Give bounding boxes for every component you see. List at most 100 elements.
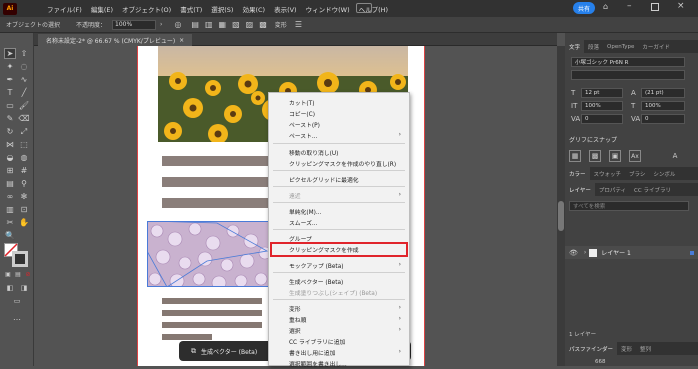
scrollbar-thumb[interactable] bbox=[558, 201, 564, 231]
blend-tool-icon[interactable]: ∞ bbox=[4, 191, 16, 202]
layer-name[interactable]: レイヤー 1 bbox=[601, 248, 631, 257]
more-tools-icon[interactable]: … bbox=[11, 312, 23, 323]
symbol-sprayer-tool-icon[interactable]: ✻ bbox=[18, 191, 30, 202]
tracking-input[interactable]: 0 bbox=[641, 114, 685, 124]
scale-tool-icon[interactable]: ⤢ bbox=[18, 126, 30, 137]
tab-cc-libraries[interactable]: CC ライブラリ bbox=[630, 183, 675, 196]
draw-mode-icon[interactable]: ◧ bbox=[4, 282, 16, 293]
magic-wand-tool-icon[interactable]: ✦ bbox=[4, 61, 16, 72]
text-placeholder-line[interactable] bbox=[162, 334, 212, 340]
menu-object[interactable]: オブジェクト(O) bbox=[122, 4, 171, 14]
snap-angular-icon[interactable]: A bbox=[669, 150, 681, 162]
gradient-tool-icon[interactable]: ▤ bbox=[4, 178, 16, 189]
minimize-icon[interactable]: – bbox=[627, 1, 637, 13]
close-tab-icon[interactable]: × bbox=[179, 37, 184, 44]
snap-baseline-icon[interactable]: ▦ bbox=[569, 150, 581, 162]
context-menu-item-paste-submenu[interactable]: ペースト... bbox=[289, 130, 401, 141]
horizontal-scale-input[interactable]: 100% bbox=[641, 101, 685, 111]
tab-transform[interactable]: 変形 bbox=[617, 342, 636, 355]
text-placeholder-line[interactable] bbox=[162, 310, 262, 316]
tab-properties[interactable]: プロパティ bbox=[595, 183, 630, 196]
transform-link[interactable]: 変形 bbox=[275, 20, 287, 29]
perspective-grid-tool-icon[interactable]: ⊞ bbox=[4, 165, 16, 176]
align-top-icon[interactable]: ▨ bbox=[246, 20, 254, 29]
slice-tool-icon[interactable]: ✂ bbox=[4, 217, 16, 228]
align-icon[interactable]: ▤ bbox=[191, 20, 199, 29]
lasso-tool-icon[interactable]: ◌ bbox=[18, 61, 30, 72]
menu-select[interactable]: 選択(S) bbox=[211, 4, 233, 14]
tab-color[interactable]: カラー bbox=[565, 167, 590, 180]
pen-tool-icon[interactable]: ✒ bbox=[4, 74, 16, 85]
width-tool-icon[interactable]: ⋈ bbox=[4, 139, 16, 150]
context-menu-item-optimize-pixel-grid[interactable]: ピクセルグリッドに最適化 bbox=[289, 174, 401, 185]
paintbrush-tool-icon[interactable]: 🖌 bbox=[18, 100, 30, 111]
align-center-icon[interactable]: ▦ bbox=[219, 20, 227, 29]
tab-character[interactable]: 文字 bbox=[565, 40, 585, 53]
vertical-scale-input[interactable]: 100% bbox=[581, 101, 623, 111]
context-menu-item-undo-move[interactable]: 移動の取り消し(U) bbox=[289, 147, 401, 158]
context-menu-item-add-to-cc-library[interactable]: CC ライブラリに追加 bbox=[289, 336, 401, 347]
zoom-tool-icon[interactable]: 🔍 bbox=[4, 230, 16, 241]
close-window-icon[interactable]: × bbox=[677, 1, 687, 13]
align-bottom-icon[interactable]: ▩ bbox=[259, 20, 267, 29]
kerning-input[interactable]: 0 bbox=[581, 114, 623, 124]
home-icon[interactable]: ⌂ bbox=[603, 2, 613, 14]
menu-effect[interactable]: 効果(C) bbox=[242, 4, 265, 14]
menu-view[interactable]: 表示(V) bbox=[274, 4, 297, 14]
leading-input[interactable]: (21 pt) bbox=[641, 88, 685, 98]
hand-tool-icon[interactable]: ✋ bbox=[18, 217, 30, 228]
opacity-input[interactable]: 100% bbox=[112, 19, 157, 30]
artboard-tool-icon[interactable]: ⊡ bbox=[18, 204, 30, 215]
text-placeholder-bar[interactable] bbox=[162, 156, 272, 166]
context-menu-item-transform[interactable]: 変形 bbox=[289, 303, 401, 314]
workspace-icon[interactable] bbox=[356, 3, 372, 13]
type-tool-icon[interactable]: T bbox=[4, 87, 16, 98]
text-placeholder-bar[interactable] bbox=[162, 198, 272, 208]
maximize-icon[interactable] bbox=[651, 3, 659, 11]
snap-bounds-icon[interactable]: ▣ bbox=[609, 150, 621, 162]
free-transform-tool-icon[interactable]: ⬚ bbox=[18, 139, 30, 150]
generative-vector-button[interactable]: 生成ベクター (Beta) bbox=[201, 347, 257, 356]
selection-tool-icon[interactable]: ➤ bbox=[4, 48, 16, 59]
line-tool-icon[interactable]: ╱ bbox=[18, 87, 30, 98]
font-style-select[interactable] bbox=[571, 70, 685, 80]
menu-window[interactable]: ウィンドウ(W) bbox=[306, 4, 350, 14]
menu-file[interactable]: ファイル(F) bbox=[47, 4, 82, 14]
context-menu-item-simplify[interactable]: 単純化(M)... bbox=[289, 206, 401, 217]
context-menu-item-export-selection[interactable]: 選択範囲を書き出し... bbox=[289, 358, 401, 369]
context-menu-item-arrange[interactable]: 重ね順 bbox=[289, 314, 401, 325]
context-menu-item-copy[interactable]: コピー(C) bbox=[289, 108, 401, 119]
context-menu-item-mockup[interactable]: モックアップ (Beta) bbox=[289, 260, 401, 271]
vertical-scrollbar[interactable] bbox=[557, 46, 565, 366]
rectangle-tool-icon[interactable]: ▭ bbox=[4, 100, 16, 111]
context-menu-item-smooth[interactable]: スムーズ... bbox=[289, 217, 401, 228]
graph-tool-icon[interactable]: ▥ bbox=[4, 204, 16, 215]
tab-align[interactable]: 整列 bbox=[636, 342, 655, 355]
context-menu-item-generative-vector[interactable]: 生成ベクター (Beta) bbox=[289, 276, 401, 287]
stroke-swatch[interactable] bbox=[12, 251, 28, 267]
generative-vector-icon[interactable]: ⧉ bbox=[191, 347, 196, 356]
document-tab[interactable]: 名称未設定-2* @ 66.67 % (CMYK/プレビュー) × bbox=[38, 34, 193, 46]
context-menu-item-collect-for-export[interactable]: 書き出し用に追加 bbox=[289, 347, 401, 358]
align-right-icon[interactable]: ▧ bbox=[232, 20, 240, 29]
context-menu-item-cut[interactable]: カット(T) bbox=[289, 97, 401, 108]
tab-symbols[interactable]: シンボル bbox=[649, 167, 679, 180]
curvature-tool-icon[interactable]: ∿ bbox=[18, 74, 30, 85]
expand-chevron-icon[interactable]: › bbox=[584, 249, 586, 256]
layer-search-input[interactable]: すべてを検索 bbox=[569, 201, 689, 211]
context-menu-item-select[interactable]: 選択 bbox=[289, 325, 401, 336]
eraser-tool-icon[interactable]: ⌫ bbox=[18, 113, 30, 124]
recolor-icon[interactable]: ◎ bbox=[174, 20, 181, 29]
none-mode-icon[interactable]: ⊘ bbox=[22, 269, 34, 280]
screen-mode-icon[interactable]: ▭ bbox=[11, 295, 23, 306]
tab-opentype[interactable]: OpenType bbox=[603, 40, 638, 53]
tab-kerning-guide[interactable]: カーガイド bbox=[638, 40, 674, 53]
eyedropper-tool-icon[interactable]: ⚲ bbox=[18, 178, 30, 189]
rotate-tool-icon[interactable]: ↻ bbox=[4, 126, 16, 137]
direct-selection-tool-icon[interactable]: ⇧ bbox=[18, 48, 30, 59]
menu-edit[interactable]: 編集(E) bbox=[91, 4, 113, 14]
snap-proximity-icon[interactable]: Ax bbox=[629, 150, 641, 162]
text-placeholder-bar[interactable] bbox=[162, 177, 272, 187]
tab-paragraph[interactable]: 段落 bbox=[584, 40, 603, 53]
tab-brushes[interactable]: ブラシ bbox=[625, 167, 649, 180]
